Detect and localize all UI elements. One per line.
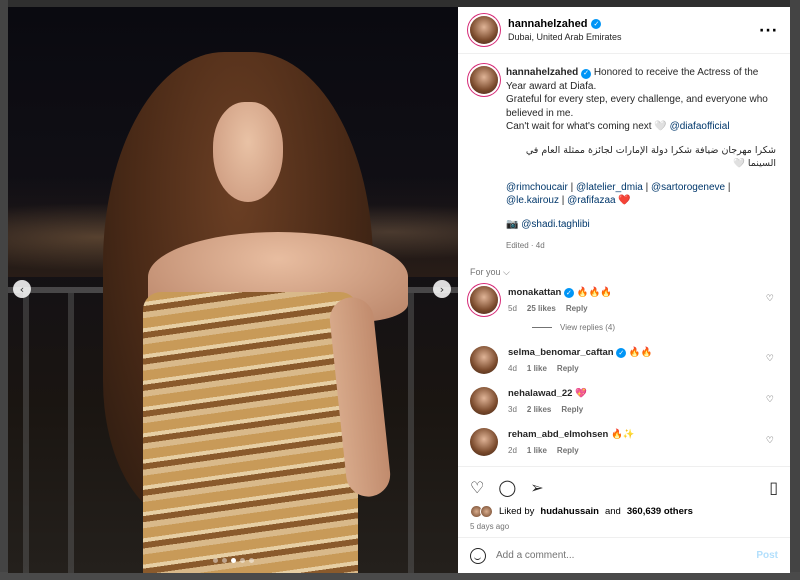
mention-link[interactable]: @latelier_dmia — [576, 182, 643, 193]
comment-heart-icon[interactable]: ♡ — [766, 395, 774, 405]
caption-author-avatar[interactable] — [470, 66, 498, 94]
railing-post — [23, 293, 29, 573]
chevron-right-icon: › — [439, 282, 445, 296]
emoji-icon[interactable] — [470, 547, 486, 564]
mention-link[interactable]: @le.kairouz — [506, 195, 559, 206]
reply-button[interactable]: Reply — [557, 444, 579, 457]
photo-subject-face — [213, 102, 283, 202]
comment-item: selma_benomar_caftan ✓ 🔥🔥 4d 1 like Repl… — [470, 345, 778, 375]
comments-scroll-area[interactable]: hannahelzahed ✓ Honored to receive the A… — [458, 54, 790, 466]
post-comment-button[interactable]: Post — [756, 550, 778, 561]
comment-text: 💖 — [575, 387, 587, 399]
railing-post — [408, 293, 414, 573]
view-replies-button[interactable]: View replies (4) — [532, 323, 778, 332]
caption-arabic-text: شكرا مهرجان ضيافة شكرا دولة الإمارات لجا… — [525, 144, 776, 170]
reply-button[interactable]: Reply — [566, 302, 588, 315]
post-modal: ‹ › hannahelzahed ✓ Dubai, United Arab E… — [8, 7, 790, 573]
background-grid-tile — [790, 0, 800, 580]
comment-likes[interactable]: 1 like — [527, 362, 547, 375]
add-comment-bar: Post — [458, 537, 790, 573]
comment-age[interactable]: 3d — [508, 403, 517, 416]
railing-post — [68, 293, 74, 573]
verified-badge-icon: ✓ — [581, 68, 592, 79]
comment-text: 🔥🔥🔥 — [576, 286, 613, 298]
likes-summary: Liked by hudahussain and 360,639 others — [470, 505, 778, 518]
commenter-username[interactable]: monakattan — [508, 287, 561, 298]
verified-badge-icon: ✓ — [563, 288, 574, 298]
comment-age[interactable]: 5d — [508, 302, 517, 315]
edited-label: Edited · 4d — [506, 241, 545, 250]
commenter-avatar[interactable] — [470, 345, 498, 374]
mention-link[interactable]: @rafifazaa — [567, 195, 616, 206]
comment-item: nehalawad_22 💖 3d 2 likes Reply ♡ — [470, 386, 778, 416]
commenter-avatar[interactable] — [470, 285, 498, 314]
carousel-dot — [239, 558, 245, 563]
post-photo[interactable]: ‹ › — [8, 7, 458, 573]
caption-username[interactable]: hannahelzahed — [506, 67, 578, 78]
comment-age[interactable]: 4d — [508, 362, 517, 375]
chevron-left-icon: ‹ — [19, 282, 25, 296]
for-you-sort-toggle[interactable]: For you ⌵ — [470, 267, 778, 278]
mention-link[interactable]: @sartorogeneve — [651, 182, 725, 193]
add-comment-input[interactable] — [496, 550, 747, 561]
commenter-username[interactable]: selma_benomar_caftan — [508, 347, 614, 358]
carousel-dot — [221, 558, 227, 563]
view-replies-label: View replies (4) — [560, 322, 615, 332]
comment-likes[interactable]: 25 likes — [527, 302, 556, 315]
verified-badge-icon: ✓ — [591, 19, 602, 29]
post-location[interactable]: Dubai, United Arab Emirates — [508, 32, 622, 42]
post-side-panel: hannahelzahed ✓ Dubai, United Arab Emira… — [458, 7, 790, 573]
more-options-icon[interactable]: ··· — [759, 23, 778, 39]
liked-by-user[interactable]: hudahussain — [540, 506, 599, 517]
comment-heart-icon[interactable]: ♡ — [766, 354, 774, 364]
next-photo-button[interactable]: › — [433, 280, 451, 298]
reply-button[interactable]: Reply — [561, 403, 583, 416]
comment-likes[interactable]: 1 like — [527, 444, 547, 457]
liked-by-label: Liked by — [499, 506, 535, 517]
heart-icon[interactable]: ♡ — [470, 478, 484, 497]
comment-icon[interactable]: ◯ — [498, 478, 516, 497]
caption-line: Can't wait for what's coming next 🤍 — [506, 121, 667, 132]
share-icon[interactable]: ➢ — [530, 478, 543, 497]
carousel-dot — [212, 558, 218, 563]
comment-age[interactable]: 2d — [508, 444, 517, 457]
post-age[interactable]: 5 days ago — [470, 522, 778, 531]
comment-text: 🔥🔥 — [628, 346, 653, 358]
comment-item: reham_abd_elmohsen 🔥✨ 2d 1 like Reply ♡ — [470, 427, 778, 457]
comment-heart-icon[interactable]: ♡ — [766, 294, 774, 304]
mentions-emoji: ❤️ — [618, 195, 631, 206]
reply-button[interactable]: Reply — [557, 362, 579, 375]
background-grid-strip — [0, 572, 800, 580]
comment-heart-icon[interactable]: ♡ — [766, 436, 774, 446]
carousel-dot — [248, 558, 254, 563]
caption-mention-link[interactable]: @diafaofficial — [670, 121, 730, 132]
mention-link[interactable]: @rimchoucair — [506, 182, 568, 193]
bookmark-icon[interactable]: ▯ — [769, 478, 778, 497]
post-header: hannahelzahed ✓ Dubai, United Arab Emira… — [458, 7, 790, 54]
author-avatar[interactable] — [470, 16, 498, 44]
post-actions: ♡ ◯ ➢ ▯ Liked by hudahussain and 360,639… — [458, 466, 790, 537]
verified-badge-icon: ✓ — [616, 348, 627, 358]
commenter-username[interactable]: reham_abd_elmohsen — [508, 429, 608, 440]
post-caption: hannahelzahed ✓ Honored to receive the A… — [470, 66, 778, 253]
camera-credit[interactable]: 📷 @shadi.taghlibi — [506, 218, 776, 232]
carousel-dot-active — [230, 558, 236, 563]
comment-text: 🔥✨ — [610, 428, 635, 440]
liker-avatar — [480, 505, 493, 518]
commenter-avatar[interactable] — [470, 386, 498, 415]
background-grid-tile — [0, 0, 8, 580]
commenter-username[interactable]: nehalawad_22 — [508, 388, 572, 399]
previous-photo-button[interactable]: ‹ — [13, 280, 31, 298]
commenter-avatar[interactable] — [470, 427, 498, 456]
comment-item: monakattan ✓ 🔥🔥🔥 5d 25 likes Reply ♡ — [470, 285, 778, 315]
caption-line: Grateful for every step, every challenge… — [506, 94, 768, 119]
likes-and: and — [604, 506, 621, 517]
photo-subject-dress — [143, 292, 358, 573]
replies-divider — [532, 326, 552, 328]
comment-likes[interactable]: 2 likes — [527, 403, 551, 416]
likes-others-link[interactable]: 360,639 others — [627, 506, 693, 517]
carousel-dots — [8, 558, 458, 563]
author-username[interactable]: hannahelzahed — [508, 18, 587, 30]
